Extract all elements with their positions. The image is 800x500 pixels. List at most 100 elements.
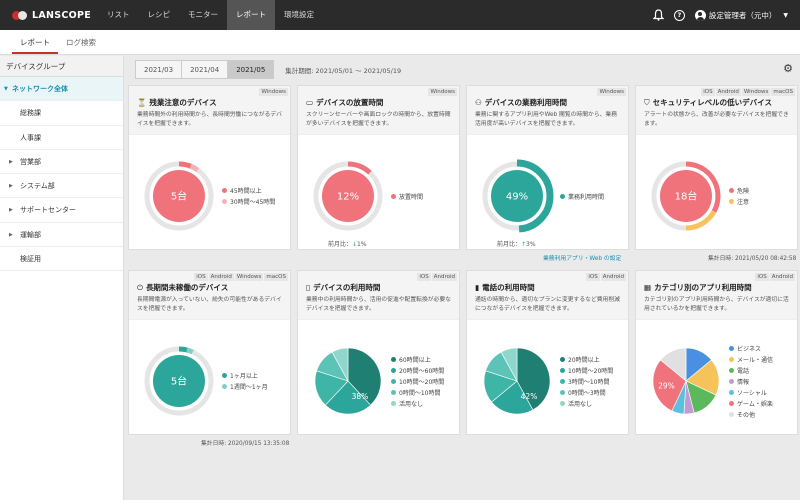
sidebar-item-4[interactable]: ▶ システム部 (0, 174, 123, 199)
nav-monitor[interactable]: モニター (179, 0, 227, 30)
legend-item: 60時間以上 (391, 354, 444, 365)
os-badges: iOS Android Windows macOS (701, 88, 795, 96)
bell-icon[interactable] (652, 9, 664, 21)
os-badge: Windows (234, 273, 264, 281)
main-content: 2021/03 2021/04 2021/05 集計期間: 2021/05/01… (125, 56, 800, 500)
legend-swatch (391, 378, 396, 384)
legend-item: 0時間〜10時間 (391, 387, 444, 398)
help-icon[interactable]: ? (673, 9, 685, 21)
period-tab-2021-03[interactable]: 2021/03 (135, 60, 183, 79)
aggregation-timestamp: 集計日時: 2021/05/20 08:42:58 (708, 256, 797, 262)
report-card-6[interactable]: iOS Android ▮ 電話の利用時間 通話の時間から、適切なプランに変更するなど費… (466, 270, 629, 435)
os-badges: Windows (428, 88, 457, 96)
compare-label: 前月比： (497, 241, 522, 248)
legend-swatch (729, 345, 734, 351)
sidebar-item-7[interactable]: 検証用 (0, 247, 123, 272)
legend-swatch (560, 367, 565, 373)
legend-item: 電話 (729, 365, 773, 376)
report-card-0[interactable]: Windows ⏳ 残業注意のデバイス 業務時間外の利用時間から、長時間労働につながる… (128, 85, 291, 250)
report-card-2[interactable]: Windows ⚇ デバイスの業務利用時間 業務に関するアプリ利用やWeb 閲覧の時間… (466, 85, 629, 250)
report-card-4[interactable]: iOS Android Windows macOS ⏻ 長期間未稼働のデバイス 長期間電源が… (128, 270, 291, 435)
sidebar: デバイスグループ ▼ ネットワーク全体 総務課 人事課 ▶ 営業部 ▶ システム部 ▶ サポートセ… (0, 56, 124, 500)
period-tab-2021-05[interactable]: 2021/05 (227, 60, 275, 79)
legend-label: 20時間〜60時間 (399, 367, 445, 375)
os-badge: iOS (586, 273, 600, 281)
sidebar-item-5[interactable]: ▶ サポートセンター (0, 198, 123, 223)
card-title-text: 長期間未稼働のデバイス (145, 283, 229, 292)
sidebar-item-0[interactable]: ▼ ネットワーク全体 (0, 77, 123, 102)
legend-item: メール・通信 (729, 354, 773, 365)
card-title: ⏻ 長期間未稼働のデバイス (137, 282, 284, 293)
legend-label: 業務利用時間 (568, 193, 605, 201)
legend-item: 30時間〜45時間 (222, 196, 275, 207)
report-card-3[interactable]: iOS Android Windows macOS ⛉ セキュリティレベルの低いデバイスア… (635, 85, 798, 250)
legend-swatch (222, 188, 227, 193)
month-compare: 前月比：↑3% (497, 239, 536, 248)
legend-label: 電話 (737, 367, 750, 375)
os-badge: Android (600, 273, 626, 281)
legend-item: 業務利用時間 (560, 191, 604, 202)
gauge-value: 49% (506, 192, 528, 203)
chart-legend: 放置時間 (391, 191, 423, 202)
legend-label: 60時間以上 (399, 356, 431, 364)
legend-swatch (729, 188, 734, 193)
os-badges: iOS Android (755, 273, 795, 281)
legend-item: 危険 (729, 185, 749, 196)
top-right-tools: ? 設定管理者（元中） ▼ (652, 9, 800, 21)
legend-label: 1ヶ月以上 (230, 373, 258, 380)
logo[interactable]: LANSCOPE (0, 10, 98, 21)
legend-label: 注意 (737, 199, 750, 206)
report-card-1[interactable]: Windows ▭ デバイスの放置時間 スクリーンセーバーや画面ロックの時間から、放置… (297, 85, 460, 250)
legend-label: 危険 (737, 188, 750, 195)
chevron-right-icon[interactable]: ▶ (9, 174, 13, 198)
chevron-down-icon[interactable]: ▼ (4, 77, 8, 101)
chart-legend: 1ヶ月以上 1週間〜1ヶ月 (222, 370, 268, 392)
os-badge: iOS (194, 273, 208, 281)
legend-label: 10時間〜20時間 (568, 367, 614, 375)
period-tab-2021-04[interactable]: 2021/04 (181, 60, 229, 79)
os-badges: iOS Android (586, 273, 626, 281)
logo-text: LANSCOPE (32, 9, 92, 21)
nav-list[interactable]: リスト (98, 0, 139, 30)
sidebar-item-1[interactable]: 総務課 (0, 101, 123, 126)
legend-label: 10時間〜20時間 (399, 378, 445, 386)
card-title-text: デバイスの利用時間 (313, 283, 381, 292)
tab-log-search[interactable]: ログ検索 (58, 30, 104, 54)
compare-value: 1% (357, 241, 367, 248)
nav-settings[interactable]: 環境設定 (275, 0, 323, 30)
gauge-segment (178, 346, 188, 353)
card-description: 長期間電源が入っていない、紛失の可能性があるデバイスを把握できます。 (137, 297, 282, 312)
legend-item: 放置時間 (391, 191, 423, 202)
sidebar-title: デバイスグループ (0, 56, 123, 77)
nav-recipe[interactable]: レシピ (139, 0, 180, 30)
card-title-text: 電話の利用時間 (482, 283, 535, 292)
report-card-7[interactable]: iOS Android ▦ カテゴリ別のアプリ利用時間 カテゴリ別のアプリ利用時間から、… (635, 270, 798, 435)
legend-swatch (391, 389, 396, 395)
card-title: ▦ カテゴリ別のアプリ利用時間 (644, 282, 791, 293)
gear-icon[interactable]: ⚙ (783, 62, 793, 75)
nav-report[interactable]: レポート (227, 0, 275, 30)
gauge-value: 5台 (171, 190, 187, 203)
tab-report[interactable]: レポート (12, 30, 58, 54)
card-description: 業務に関するアプリ利用やWeb 閲覧の時間から、業務活用度が高いデバイスを把握で… (475, 112, 618, 127)
sidebar-item-6[interactable]: ▶ 運輸部 (0, 223, 123, 248)
chevron-right-icon[interactable]: ▶ (9, 223, 13, 247)
card-title: ▯ デバイスの利用時間 (306, 282, 453, 293)
gauge-segment (186, 347, 194, 355)
sidebar-item-2[interactable]: 人事課 (0, 126, 123, 150)
sidebar-item-label: システム部 (20, 182, 55, 191)
sidebar-item-3[interactable]: ▶ 営業部 (0, 150, 123, 175)
business-app-settings-link[interactable]: 業務利用アプリ・Web の設定 (543, 253, 621, 262)
sidebar-item-label: 運輸部 (20, 230, 41, 239)
legend-item: ビジネス (729, 343, 773, 354)
report-card-5[interactable]: iOS Android ▯ デバイスの利用時間 業務中の利用時間から、活用の促進や配置転… (297, 270, 460, 435)
gauge-value: 12% (337, 192, 359, 203)
legend-swatch (560, 400, 565, 406)
legend-item: 活用なし (391, 398, 444, 409)
legend-swatch (729, 389, 734, 395)
os-badge: Windows (597, 88, 626, 96)
chevron-right-icon[interactable]: ▶ (9, 150, 13, 174)
user-menu[interactable]: 設定管理者（元中） ▼ (694, 9, 788, 21)
chevron-right-icon[interactable]: ▶ (9, 198, 13, 222)
legend-swatch (729, 356, 734, 362)
